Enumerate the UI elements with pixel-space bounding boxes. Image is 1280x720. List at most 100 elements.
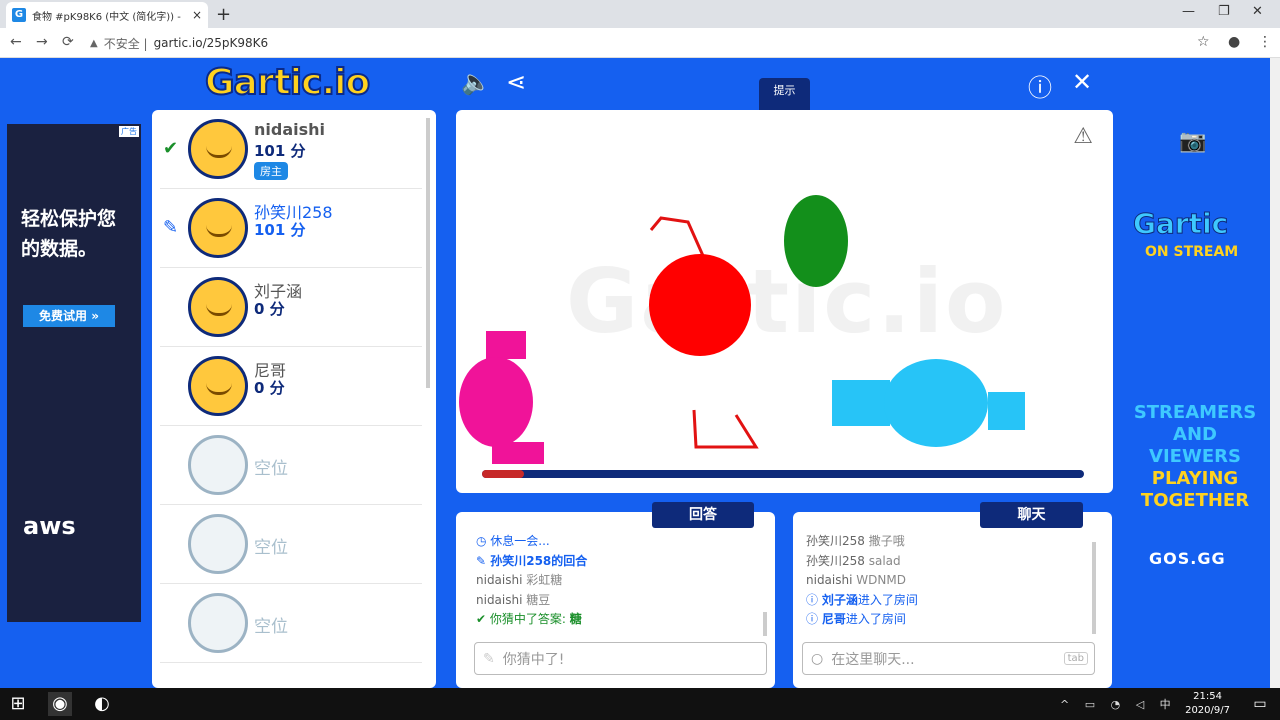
empty-avatar-icon xyxy=(188,514,248,574)
chat-placeholder: 在这里聊天... xyxy=(831,651,915,668)
chat-input[interactable]: ○ 在这里聊天... tab xyxy=(802,642,1095,675)
chrome-icon[interactable]: ◉ xyxy=(48,692,72,716)
answer-text: 休息一会... xyxy=(490,534,550,548)
answer-user: nidaishi xyxy=(476,592,523,607)
empty-slot[interactable]: 空位 xyxy=(160,505,422,584)
chat-user: 刘子涵 xyxy=(821,592,858,607)
bookmark-star-icon[interactable]: ☆ xyxy=(1197,34,1210,50)
right-ad[interactable]: 📷 Gartic ON STREAM STREAMERS AND VIEWERS… xyxy=(1127,124,1261,622)
tab-title: 食物 #pK98K6 (中文 (简化字)) - xyxy=(32,11,181,23)
windows-start-icon[interactable]: ⊞ xyxy=(6,692,30,716)
new-tab-button[interactable]: + xyxy=(216,4,231,25)
answer-input[interactable]: ✎ 你猜中了! xyxy=(474,642,767,675)
ad-gartic-title: Gartic xyxy=(1132,207,1229,241)
empty-slot[interactable]: 空位 xyxy=(160,426,422,505)
ad-headline-line2: 的数据。 xyxy=(21,238,98,260)
ad-headline: 轻松保护您 的数据。 xyxy=(21,204,116,264)
report-warning-icon[interactable]: ⚠ xyxy=(1073,124,1093,149)
chat-list: · · · 孙笑川258 撒子哦 孙笑川258 salad nidaishi W… xyxy=(806,526,1094,630)
url-text: gartic.io/25pK98K6 xyxy=(153,36,269,50)
list-item: ◷ 休息一会... xyxy=(476,532,757,552)
ad-slogan-line: STREAMERS xyxy=(1133,402,1257,423)
clock-date: 2020/9/7 xyxy=(1185,705,1230,716)
drawing-strokes xyxy=(459,195,1025,464)
player-row[interactable]: ✔ nidaishi 101 分 房主 xyxy=(160,110,422,189)
answer-user: nidaishi xyxy=(476,573,523,587)
drawing-canvas[interactable]: Gartic.io ⚠ xyxy=(456,110,1113,493)
menu-icon[interactable]: ⋮ xyxy=(1258,34,1272,50)
notification-icon[interactable]: ▭ xyxy=(1248,692,1272,716)
browser-tab[interactable]: G 食物 #pK98K6 (中文 (简化字)) - × xyxy=(6,2,208,28)
left-ad[interactable]: 广告 轻松保护您 的数据。 免费试用 » aws xyxy=(7,124,141,622)
clock[interactable]: 21:54 2020/9/7 xyxy=(1185,690,1230,718)
maximize-button[interactable]: ❐ xyxy=(1218,4,1230,19)
avatar-face xyxy=(206,383,232,395)
reload-button[interactable]: ⟳ xyxy=(62,34,74,50)
info-icon[interactable]: ⓘ xyxy=(1028,68,1052,103)
player-score: 101 分 xyxy=(254,142,306,160)
gartic-logo[interactable]: Gartic.io xyxy=(204,61,371,104)
answer-placeholder: 你猜中了! xyxy=(502,651,565,668)
paint-app-icon[interactable]: ◐ xyxy=(90,692,114,716)
close-icon[interactable]: ✕ xyxy=(1072,68,1092,96)
pink-wrapper-bottom xyxy=(492,442,544,464)
warning-icon: ▲ xyxy=(90,37,98,49)
forward-button[interactable]: → xyxy=(36,34,48,50)
answer-text: 你猜中了答案: xyxy=(489,612,570,626)
profile-icon[interactable]: ● xyxy=(1228,34,1240,50)
chat-text: salad xyxy=(868,553,901,568)
minimize-button[interactable]: — xyxy=(1182,4,1195,19)
back-button[interactable]: ← xyxy=(10,34,22,50)
list-item: nidaishi 彩虹糖 xyxy=(476,571,757,591)
player-row[interactable]: 尼哥 0 分 xyxy=(160,347,422,426)
answer-text: 孙笑川258的回合 xyxy=(490,553,588,568)
gartic-favicon-icon: G xyxy=(12,8,26,22)
chat-scrollbar[interactable] xyxy=(1092,542,1096,634)
player-score: 0 分 xyxy=(254,300,285,318)
sound-icon[interactable]: 🔈 xyxy=(461,68,491,96)
players-panel: ✔ nidaishi 101 分 房主 ✎ 孙笑川258 101 分 刘子涵 0… xyxy=(152,110,436,688)
player-row[interactable]: ✎ 孙笑川258 101 分 xyxy=(160,189,422,268)
ad-slogan-line: PLAYING xyxy=(1151,468,1239,489)
chat-user: 孙笑川258 xyxy=(806,553,865,568)
clock-time: 21:54 xyxy=(1193,691,1222,702)
round-timer-fill xyxy=(482,470,525,478)
share-icon[interactable]: ⋖ xyxy=(506,68,526,96)
pencil-icon: ✎ xyxy=(476,553,491,568)
chat-text: 进入了房间 xyxy=(845,612,906,626)
avatar-face xyxy=(206,146,232,158)
correct-answer: 糖 xyxy=(569,612,582,626)
avatar xyxy=(188,119,248,179)
browser-tab-strip: G 食物 #pK98K6 (中文 (简化字)) - × + — ❐ ✕ xyxy=(0,0,1280,28)
blue-wrapper-left xyxy=(832,380,890,426)
answer-text: 糖豆 xyxy=(526,592,551,607)
tab-close-icon[interactable]: × xyxy=(192,8,202,22)
players-scrollbar[interactable] xyxy=(426,118,430,388)
chat-panel: · · · 孙笑川258 撒子哦 孙笑川258 salad nidaishi W… xyxy=(793,512,1112,688)
page-scrollbar[interactable] xyxy=(1270,58,1280,688)
chat-text: 撒子哦 xyxy=(868,534,905,548)
empty-slot[interactable]: 空位 xyxy=(160,584,422,663)
player-row[interactable]: 刘子涵 0 分 xyxy=(160,268,422,347)
address-bar[interactable]: ▲ 不安全 | gartic.io/25pK98K6 xyxy=(90,32,1220,54)
avatar xyxy=(188,356,248,416)
blue-candy-shape xyxy=(884,359,988,447)
tab-key-hint: tab xyxy=(1063,652,1088,665)
ad-cta-button[interactable]: 免费试用 » xyxy=(23,305,115,327)
avatar-face xyxy=(206,225,232,237)
list-item: nidaishi WDNMD xyxy=(806,571,1094,591)
chat-user: 尼哥 xyxy=(821,612,846,626)
empty-slot-label: 空位 xyxy=(254,538,288,558)
avatar xyxy=(188,198,248,258)
close-window-button[interactable]: ✕ xyxy=(1252,4,1263,19)
check-icon: ✔ xyxy=(476,612,490,626)
pencil-icon: ✎ xyxy=(483,650,495,667)
answers-list: · · · ◷ 休息一会... ✎ 孙笑川258的回合 nidaishi 彩虹糖… xyxy=(476,526,757,630)
chat-text: WDNMD xyxy=(856,573,906,587)
answer-text: 彩虹糖 xyxy=(526,573,563,587)
system-tray-icons[interactable]: ^ ▭ ◔ ◁ 中 xyxy=(1060,696,1177,712)
answers-panel: · · · ◷ 休息一会... ✎ 孙笑川258的回合 nidaishi 彩虹糖… xyxy=(456,512,775,688)
answers-scrollbar[interactable] xyxy=(763,612,767,636)
list-item: ✎ 孙笑川258的回合 xyxy=(476,552,757,572)
hint-label: 提示 xyxy=(773,84,796,97)
